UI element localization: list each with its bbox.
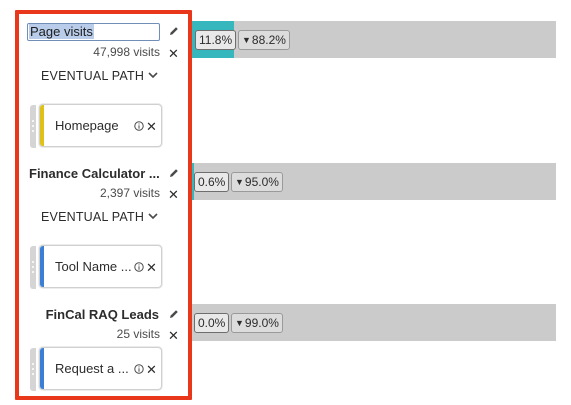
highlight-frame [15,10,192,400]
dropoff-badge: ▼95.0% [231,172,283,192]
dropoff-badge: ▼99.0% [231,313,283,333]
triangle-down-icon: ▼ [235,318,244,328]
triangle-down-icon: ▼ [235,177,244,187]
triangle-down-icon: ▼ [242,35,251,45]
conversion-badge: 0.6% [194,172,230,192]
conversion-badge: 11.8% [195,30,237,50]
conversion-badge: 0.0% [194,313,230,333]
dropoff-badge: ▼88.2% [238,30,290,50]
